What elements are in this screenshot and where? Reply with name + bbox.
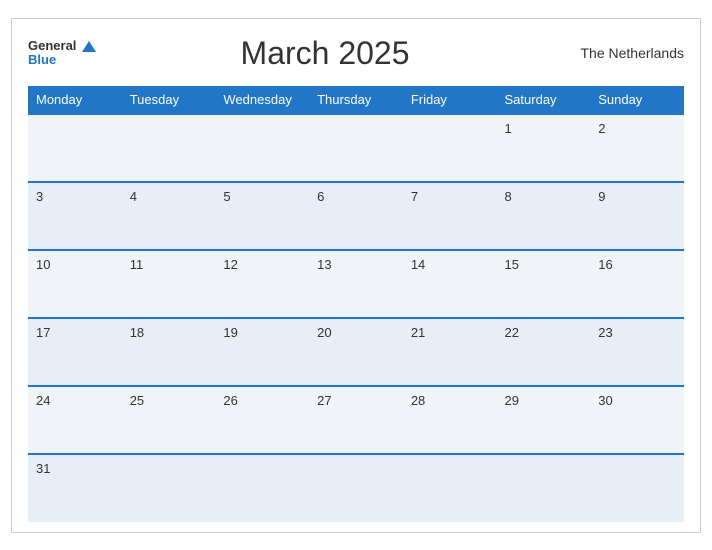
- day-number: 16: [598, 257, 612, 272]
- calendar-title: March 2025: [96, 35, 554, 72]
- logo: General Blue: [28, 39, 96, 68]
- day-number: 17: [36, 325, 50, 340]
- calendar-day-cell: [403, 114, 497, 182]
- day-number: 28: [411, 393, 425, 408]
- calendar-day-cell: [590, 454, 684, 522]
- calendar-day-cell: 24: [28, 386, 122, 454]
- calendar-day-cell: [215, 454, 309, 522]
- calendar-day-cell: 30: [590, 386, 684, 454]
- logo-blue: Blue: [28, 53, 96, 67]
- calendar-day-cell: 14: [403, 250, 497, 318]
- calendar-day-cell: 10: [28, 250, 122, 318]
- day-number: 2: [598, 121, 605, 136]
- weekday-header: Tuesday: [122, 86, 216, 114]
- calendar-week-row: 12: [28, 114, 684, 182]
- day-number: 31: [36, 461, 50, 476]
- calendar-day-cell: 13: [309, 250, 403, 318]
- day-number: 24: [36, 393, 50, 408]
- day-number: 15: [505, 257, 519, 272]
- day-number: 27: [317, 393, 331, 408]
- day-number: 25: [130, 393, 144, 408]
- weekday-header: Monday: [28, 86, 122, 114]
- weekday-header: Thursday: [309, 86, 403, 114]
- calendar-day-cell: 27: [309, 386, 403, 454]
- calendar-container: General Blue March 2025 The Netherlands …: [11, 18, 701, 533]
- calendar-day-cell: 9: [590, 182, 684, 250]
- calendar-week-row: 3 4 5 6 7 8 9: [28, 182, 684, 250]
- calendar-day-cell: 22: [497, 318, 591, 386]
- calendar-day-cell: 11: [122, 250, 216, 318]
- day-number: 26: [223, 393, 237, 408]
- calendar-day-cell: 4: [122, 182, 216, 250]
- calendar-day-cell: 2: [590, 114, 684, 182]
- calendar-day-cell: 17: [28, 318, 122, 386]
- day-number: 13: [317, 257, 331, 272]
- calendar-day-cell: 26: [215, 386, 309, 454]
- weekday-header: Friday: [403, 86, 497, 114]
- calendar-day-cell: 1: [497, 114, 591, 182]
- calendar-day-cell: 5: [215, 182, 309, 250]
- day-number: 18: [130, 325, 144, 340]
- day-number: 21: [411, 325, 425, 340]
- calendar-day-cell: 16: [590, 250, 684, 318]
- day-number: 11: [130, 257, 144, 272]
- day-number: 20: [317, 325, 331, 340]
- calendar-day-cell: [309, 454, 403, 522]
- calendar-header: General Blue March 2025 The Netherlands: [28, 35, 684, 72]
- calendar-day-cell: 6: [309, 182, 403, 250]
- logo-general: General: [28, 38, 76, 53]
- calendar-day-cell: 21: [403, 318, 497, 386]
- day-number: 29: [505, 393, 519, 408]
- calendar-day-cell: [215, 114, 309, 182]
- calendar-week-row: 17 18 19 20 21 22 23: [28, 318, 684, 386]
- day-number: 14: [411, 257, 425, 272]
- day-number: 5: [223, 189, 230, 204]
- calendar-week-row: 24 25 26 27 28 29 30: [28, 386, 684, 454]
- calendar-day-cell: [28, 114, 122, 182]
- logo-triangle-icon: [82, 41, 96, 52]
- calendar-day-cell: 19: [215, 318, 309, 386]
- calendar-day-cell: 31: [28, 454, 122, 522]
- calendar-day-cell: 3: [28, 182, 122, 250]
- calendar-day-cell: 20: [309, 318, 403, 386]
- calendar-day-cell: 25: [122, 386, 216, 454]
- day-number: 10: [36, 257, 50, 272]
- calendar-day-cell: 23: [590, 318, 684, 386]
- day-number: 19: [223, 325, 237, 340]
- calendar-day-cell: 29: [497, 386, 591, 454]
- weekday-header-row: MondayTuesdayWednesdayThursdayFridaySatu…: [28, 86, 684, 114]
- calendar-day-cell: [497, 454, 591, 522]
- calendar-day-cell: 15: [497, 250, 591, 318]
- day-number: 8: [505, 189, 512, 204]
- weekday-header: Wednesday: [215, 86, 309, 114]
- country-name: The Netherlands: [554, 45, 684, 61]
- calendar-day-cell: [122, 454, 216, 522]
- calendar-day-cell: 18: [122, 318, 216, 386]
- day-number: 1: [505, 121, 512, 136]
- day-number: 23: [598, 325, 612, 340]
- calendar-week-row: 10 11 12 13 14 15 16: [28, 250, 684, 318]
- day-number: 3: [36, 189, 43, 204]
- calendar-day-cell: 28: [403, 386, 497, 454]
- weekday-header: Sunday: [590, 86, 684, 114]
- day-number: 6: [317, 189, 324, 204]
- day-number: 9: [598, 189, 605, 204]
- calendar-day-cell: 7: [403, 182, 497, 250]
- calendar-day-cell: 8: [497, 182, 591, 250]
- day-number: 22: [505, 325, 519, 340]
- weekday-header: Saturday: [497, 86, 591, 114]
- calendar-day-cell: [122, 114, 216, 182]
- calendar-week-row: 31: [28, 454, 684, 522]
- day-number: 4: [130, 189, 137, 204]
- calendar-grid: MondayTuesdayWednesdayThursdayFridaySatu…: [28, 86, 684, 522]
- calendar-day-cell: [403, 454, 497, 522]
- day-number: 7: [411, 189, 418, 204]
- day-number: 30: [598, 393, 612, 408]
- calendar-day-cell: [309, 114, 403, 182]
- day-number: 12: [223, 257, 237, 272]
- calendar-day-cell: 12: [215, 250, 309, 318]
